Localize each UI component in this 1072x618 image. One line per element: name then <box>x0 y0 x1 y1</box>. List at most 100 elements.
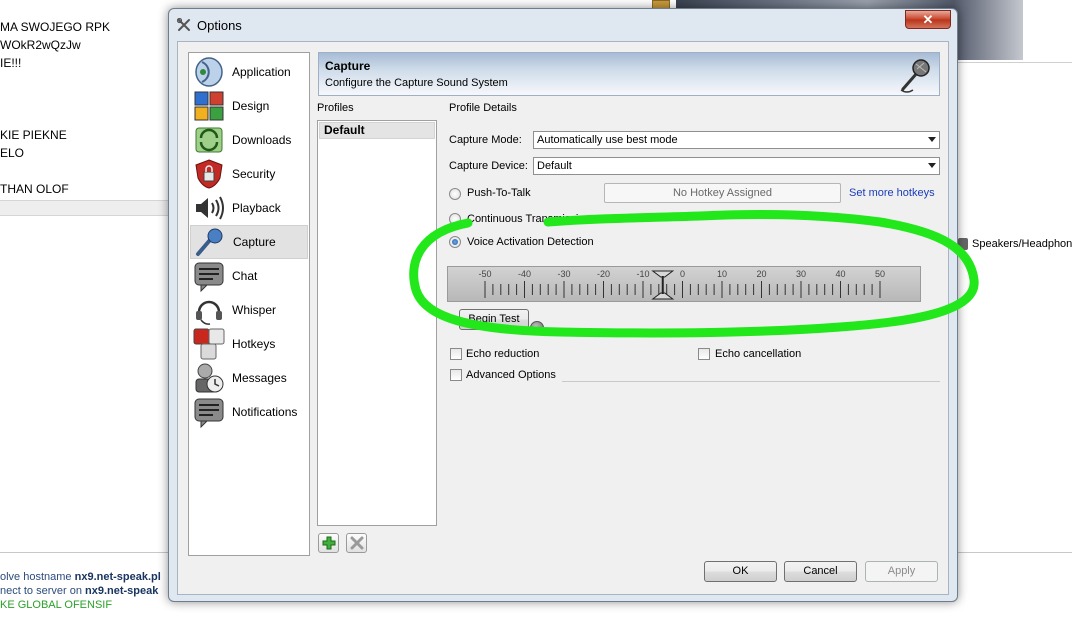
scale-tick-label: 50 <box>875 269 885 279</box>
chevron-down-icon <box>928 137 936 142</box>
scale-tick-label: -30 <box>557 269 570 279</box>
chat-icon <box>194 262 224 292</box>
whisper-icon <box>196 300 222 325</box>
sidebar-item-label: Whisper <box>232 303 277 317</box>
title-bar[interactable]: Options <box>169 9 957 41</box>
threshold-handle[interactable] <box>651 270 675 300</box>
sidebar-item-notifications[interactable]: Notifications <box>190 395 308 429</box>
scale-tick-label: 20 <box>756 269 766 279</box>
list-item[interactable]: Default <box>319 122 435 139</box>
voice-activation-label[interactable]: Voice Activation Detection <box>467 236 594 248</box>
sidebar-item-application[interactable]: Application <box>190 55 308 89</box>
dialog-content: Application Design Downloads Security Pl… <box>177 41 949 595</box>
sidebar-item-label: Chat <box>232 269 258 283</box>
speaker-icon <box>958 238 968 250</box>
scale-tick-label: -10 <box>636 269 649 279</box>
continuous-transmission-radio[interactable] <box>449 213 461 225</box>
sidebar-item-label: Messages <box>232 371 287 385</box>
ok-button[interactable]: OK <box>704 561 777 582</box>
capture-device-select[interactable]: Default <box>533 157 940 175</box>
chat-line: ELO <box>0 146 25 160</box>
profiles-label: Profiles <box>317 102 354 114</box>
sidebar-item-design[interactable]: Design <box>190 89 308 123</box>
chat-line: MA SWOJEGO RPK <box>0 20 111 34</box>
echo-cancellation-checkbox[interactable] <box>698 348 710 360</box>
security-icon <box>195 159 223 189</box>
voice-activation-radio[interactable] <box>449 236 461 248</box>
dialog-title: Options <box>197 17 242 33</box>
messages-icon <box>195 363 224 393</box>
options-dialog: Options ✕ Application Design Downloads S… <box>168 8 958 602</box>
sidebar-item-label: Playback <box>232 201 281 215</box>
sidebar-item-label: Capture <box>233 235 276 249</box>
sidebar-item-label: Application <box>232 65 291 79</box>
begin-test-button[interactable]: Begin Test <box>459 309 529 330</box>
sidebar-item-hotkeys[interactable]: Hotkeys <box>190 327 308 361</box>
capture-device-label: Capture Device: <box>449 160 528 172</box>
capture-mode-label: Capture Mode: <box>449 134 522 146</box>
sidebar-item-label: Notifications <box>232 405 298 419</box>
hotkeys-icon <box>193 328 225 360</box>
application-icon <box>195 57 223 87</box>
sidebar-item-capture[interactable]: Capture <box>190 225 308 259</box>
divider <box>562 381 940 382</box>
hotkey-field[interactable]: No Hotkey Assigned <box>604 183 841 203</box>
chat-line: THAN OLOF <box>0 182 69 196</box>
profile-details-label: Profile Details <box>449 102 517 114</box>
push-to-talk-label[interactable]: Push-To-Talk <box>467 187 531 199</box>
scale-tick-label: 30 <box>796 269 806 279</box>
sidebar-item-messages[interactable]: Messages <box>190 361 308 395</box>
scale-tick-label: 40 <box>835 269 845 279</box>
advanced-options-checkbox[interactable] <box>450 369 462 381</box>
sidebar-item-label: Design <box>232 99 270 113</box>
echo-reduction-checkbox[interactable] <box>450 348 462 360</box>
scale-tick-label: -20 <box>597 269 610 279</box>
continuous-transmission-label[interactable]: Continuous Transmission <box>467 213 591 225</box>
vad-level-slider[interactable]: -50 -40 -30 -20 -10 0 10 20 30 40 50 <box>447 266 921 302</box>
sidebar-item-downloads[interactable]: Downloads <box>190 123 308 157</box>
push-to-talk-radio[interactable] <box>449 188 461 200</box>
test-indicator-icon <box>530 321 544 335</box>
delete-icon <box>350 536 363 550</box>
sidebar-item-label: Downloads <box>232 133 292 147</box>
chat-line: KIE PIEKNE <box>0 128 67 142</box>
sidebar-item-chat[interactable]: Chat <box>190 259 308 293</box>
sidebar-item-label: Security <box>232 167 276 181</box>
capture-icon <box>196 228 223 256</box>
tools-icon <box>177 18 190 31</box>
echo-cancellation-label[interactable]: Echo cancellation <box>715 348 801 360</box>
capture-mode-select[interactable]: Automatically use best mode <box>533 131 940 149</box>
set-more-hotkeys-link[interactable]: Set more hotkeys <box>849 187 935 199</box>
chat-line: IE!!! <box>0 56 22 70</box>
section-subtitle: Configure the Capture Sound System <box>325 77 508 89</box>
notifications-icon <box>194 398 224 428</box>
downloads-icon <box>195 127 223 153</box>
remove-profile-button[interactable] <box>346 533 367 553</box>
close-button[interactable]: ✕ <box>905 10 951 29</box>
microphone-icon <box>900 59 930 93</box>
add-profile-button[interactable] <box>318 533 339 553</box>
scale-tick-label: -40 <box>518 269 531 279</box>
scale-tick-label: 0 <box>680 269 685 279</box>
sidebar-item-playback[interactable]: Playback <box>190 191 308 225</box>
cancel-button[interactable]: Cancel <box>784 561 857 582</box>
section-title: Capture <box>325 59 371 73</box>
divider <box>958 62 1072 63</box>
background-scrollbar[interactable] <box>0 200 168 216</box>
advanced-options-label[interactable]: Advanced Options <box>466 369 556 381</box>
speakers-label: Speakers/Headphone <box>972 238 1072 250</box>
chevron-down-icon <box>928 163 936 168</box>
sidebar-item-security[interactable]: Security <box>190 157 308 191</box>
echo-reduction-label[interactable]: Echo reduction <box>466 348 539 360</box>
apply-button[interactable]: Apply <box>865 561 938 582</box>
playback-icon <box>196 196 224 220</box>
scale-tick-label: 10 <box>717 269 727 279</box>
profiles-list[interactable]: Default <box>317 120 437 526</box>
section-header: Capture Configure the Capture Sound Syst… <box>318 52 940 96</box>
sidebar-item-label: Hotkeys <box>232 337 276 351</box>
options-sidebar: Application Design Downloads Security Pl… <box>188 52 310 556</box>
scale-tick-label: -50 <box>478 269 491 279</box>
chat-line: WOkR2wQzJw <box>0 38 81 52</box>
speakers-device-entry: Speakers/Headphone <box>958 238 1072 250</box>
sidebar-item-whisper[interactable]: Whisper <box>190 293 308 327</box>
